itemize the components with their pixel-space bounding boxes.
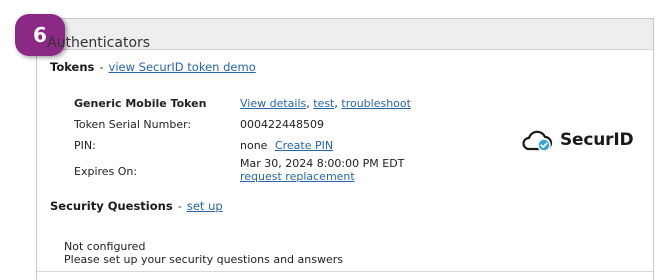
status-line-1: Not configured [64,240,146,253]
security-questions-status: Not configured Please set up your securi… [64,240,343,266]
token-name: Generic Mobile Token [74,97,207,110]
tokens-heading: Tokens - view SecurID token demo [50,60,256,74]
cloud-check-icon [522,130,553,152]
securid-logo-text: SecurID [560,130,634,150]
view-details-link[interactable]: View details [240,97,306,110]
panel-title: Authenticators [47,35,151,51]
pin-value: none [240,139,268,152]
serial-label: Token Serial Number: [74,118,192,131]
comma-separator: , [306,97,310,110]
troubleshoot-link[interactable]: troubleshoot [341,97,411,110]
expires-block: Mar 30, 2024 8:00:00 PM EDT request repl… [240,157,404,183]
security-questions-heading: Security Questions - set up [50,199,223,213]
expires-value: Mar 30, 2024 8:00:00 PM EDT [240,157,405,170]
request-replacement-link[interactable]: request replacement [240,170,355,183]
set-up-link[interactable]: set up [187,199,223,213]
create-pin-link[interactable]: Create PIN [275,139,333,152]
token-actions: View details, test, troubleshoot [240,97,411,110]
comma-separator: , [334,97,338,110]
view-token-demo-link[interactable]: view SecurID token demo [109,60,256,74]
test-link[interactable]: test [313,97,334,110]
tokens-separator: - [99,60,104,74]
expires-label: Expires On: [74,165,138,178]
pin-label: PIN: [74,139,96,152]
pin-value-row: none Create PIN [240,139,333,152]
bottom-divider [37,271,653,272]
serial-value: 000422448509 [240,118,324,131]
tokens-heading-label: Tokens [50,60,95,74]
security-questions-label: Security Questions [50,199,173,213]
security-questions-separator: - [177,199,182,213]
status-line-2: Please set up your security questions an… [64,253,344,266]
securid-logo: SecurID [520,128,634,152]
